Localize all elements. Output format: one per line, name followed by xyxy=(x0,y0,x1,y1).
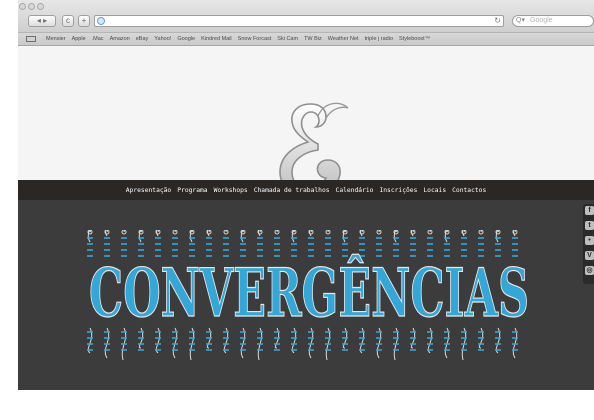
ornament-stem xyxy=(291,230,296,243)
ornament-stem xyxy=(87,230,92,243)
search-input[interactable]: Q▾ Google xyxy=(512,15,594,27)
nav-item-programa[interactable]: Programa xyxy=(177,187,207,194)
bookmark-item[interactable]: Styleboost™ xyxy=(399,33,430,45)
nav-item-contactos[interactable]: Contactos xyxy=(452,187,486,194)
bookmark-item[interactable]: eBay xyxy=(136,33,149,45)
zoom-window-icon[interactable] xyxy=(37,3,44,10)
nav-item-locais[interactable]: Locais xyxy=(423,187,446,194)
browser-window: ◂ ▸ c + ↻ Q▾ Google Mensier Apple .Mac A… xyxy=(18,0,594,420)
bookmark-item[interactable]: Mensier xyxy=(46,33,66,45)
search-placeholder: Google xyxy=(530,17,553,24)
nav-item-chamada-de-trabalhos[interactable]: Chamada de trabalhos xyxy=(254,187,330,194)
add-bookmark-button[interactable]: + xyxy=(78,15,90,27)
ornament-stem xyxy=(189,230,194,243)
twitter-icon[interactable]: t xyxy=(585,221,594,230)
bookmark-item[interactable]: Apple xyxy=(72,33,86,45)
bookmark-item[interactable]: Yahoo! xyxy=(154,33,171,45)
bookmark-item[interactable]: TW Biz xyxy=(304,33,322,45)
reload-button[interactable]: c xyxy=(62,15,74,27)
bookmarks-list: Mensier Apple .Mac Amazon eBay Yahoo! Go… xyxy=(46,33,430,45)
ornament-stem xyxy=(138,230,143,243)
site-header xyxy=(18,46,594,197)
ornament-stem xyxy=(444,230,449,243)
instagram-icon[interactable]: ◎ xyxy=(585,266,594,275)
vimeo-icon[interactable]: V xyxy=(585,251,594,260)
globe-icon xyxy=(97,17,105,25)
nav-item-apresentacao[interactable]: Apresentação xyxy=(126,187,172,194)
refresh-icon[interactable]: ↻ xyxy=(494,16,501,26)
ornament-stem xyxy=(240,230,245,243)
site-title: CONVERGÊNCIAS xyxy=(89,254,529,332)
bookmark-item[interactable]: Google xyxy=(177,33,195,45)
ornament-stem xyxy=(393,230,398,243)
flickr-icon[interactable]: • xyxy=(585,236,594,245)
search-icon: Q▾ xyxy=(516,17,525,24)
bookmark-item[interactable]: Kindred Mail xyxy=(201,33,232,45)
nav-item-calendario[interactable]: Calendário xyxy=(336,187,374,194)
back-forward-button[interactable]: ◂ ▸ xyxy=(28,15,56,27)
ornament-stem xyxy=(495,230,500,243)
bookmark-item[interactable]: Ski Cam xyxy=(277,33,298,45)
nav-item-workshops[interactable]: Workshops xyxy=(214,187,248,194)
nav-item-inscricoes[interactable]: Inscrições xyxy=(379,187,417,194)
bookmark-item[interactable]: triple j radio xyxy=(365,33,393,45)
minimize-window-icon[interactable] xyxy=(28,3,35,10)
bookmark-item[interactable]: Snow Forcast xyxy=(238,33,272,45)
social-links: f t • V ◎ xyxy=(583,204,594,284)
facebook-icon[interactable]: f xyxy=(585,206,594,215)
bookmarks-book-icon[interactable] xyxy=(26,36,36,42)
bookmarks-bar: Mensier Apple .Mac Amazon eBay Yahoo! Go… xyxy=(18,33,594,46)
bookmark-item[interactable]: Amazon xyxy=(110,33,130,45)
browser-toolbar: ◂ ▸ c + ↻ Q▾ Google xyxy=(18,0,594,33)
bookmark-item[interactable]: Weather Net xyxy=(328,33,359,45)
page-body-blank xyxy=(18,390,594,420)
bookmark-item[interactable]: .Mac xyxy=(92,33,104,45)
close-window-icon[interactable] xyxy=(19,3,26,10)
address-bar[interactable]: ↻ xyxy=(94,15,504,27)
convergencias-title-art: CONVERGÊNCIAS xyxy=(87,230,530,360)
ornament-stem xyxy=(342,230,347,243)
main-navigation: Apresentação Programa Workshops Chamada … xyxy=(18,180,594,200)
